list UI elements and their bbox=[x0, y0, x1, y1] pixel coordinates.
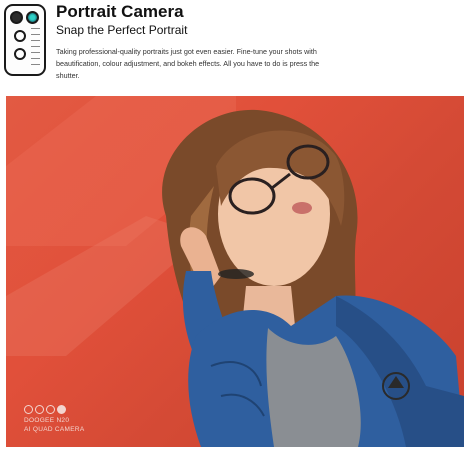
lens-icon bbox=[14, 48, 26, 60]
quad-camera-logo-icon bbox=[24, 405, 85, 414]
photo-watermark: DOOGEE N20 AI QUAD CAMERA bbox=[24, 405, 85, 434]
page-description: Taking professional-quality portraits ju… bbox=[56, 47, 320, 80]
portrait-photo: DOOGEE N20 AI QUAD CAMERA bbox=[6, 96, 464, 447]
watermark-model: DOOGEE N20 bbox=[24, 417, 70, 424]
page-title: Portrait Camera bbox=[56, 2, 184, 21]
watermark-camera: AI QUAD CAMERA bbox=[24, 426, 85, 433]
camera-module-marking bbox=[31, 28, 40, 72]
lens-icon bbox=[10, 11, 23, 24]
lens-teal-icon bbox=[26, 11, 39, 24]
portrait-illustration bbox=[6, 96, 464, 447]
page-subtitle: Snap the Perfect Portrait bbox=[56, 23, 188, 37]
lens-icon bbox=[14, 30, 26, 42]
camera-module-icon bbox=[4, 4, 46, 76]
